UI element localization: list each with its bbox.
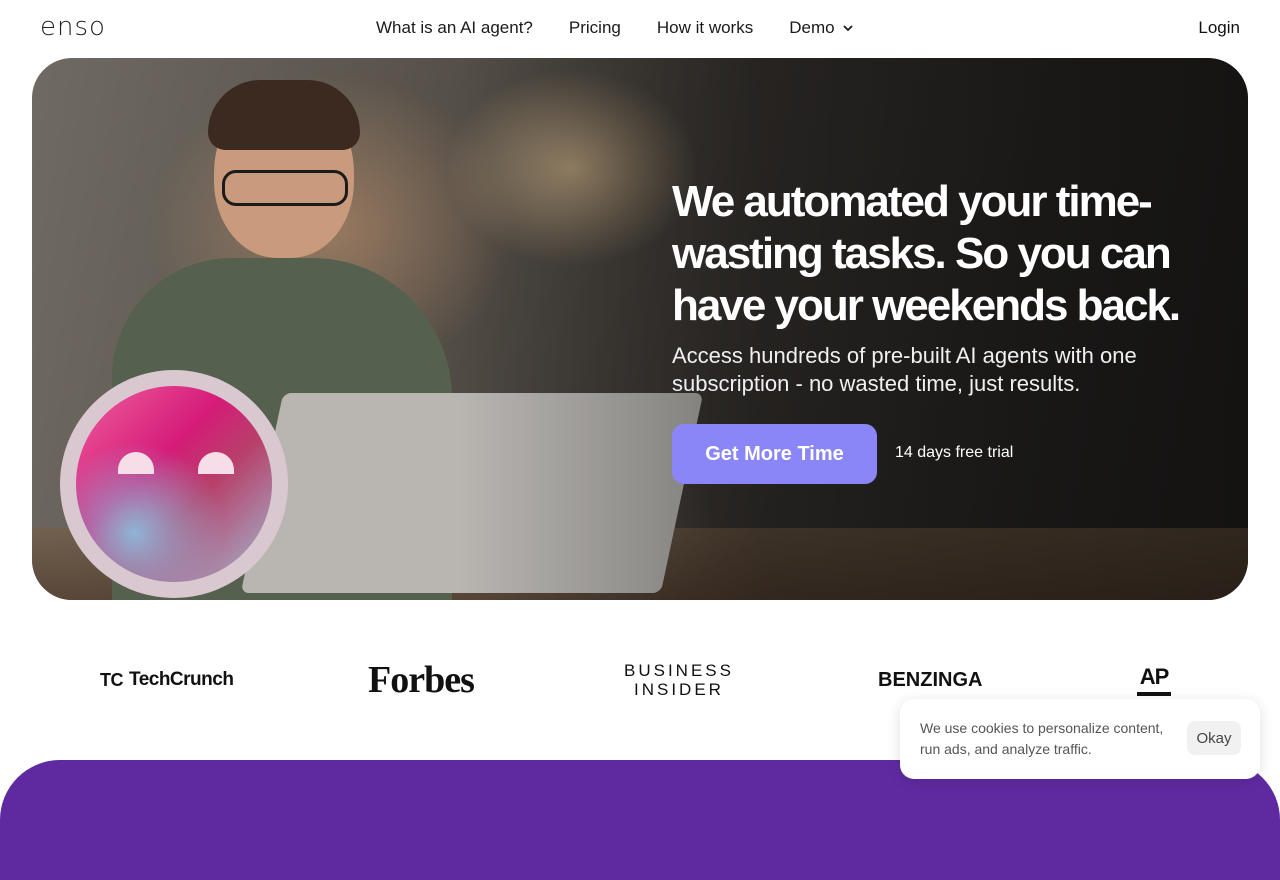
business-insider-line1: BUSINESS: [624, 661, 734, 680]
forbes-logo: Forbes: [368, 659, 475, 701]
free-trial-note: 14 days free trial: [895, 444, 1014, 461]
nav-item-demo[interactable]: Demo: [789, 18, 854, 38]
hero-title: We automated your time-wasting tasks. So…: [672, 177, 1181, 330]
press-logos: TC TechCrunch Forbes BUSINESS INSIDER BE…: [0, 655, 1280, 705]
benzinga-logo: BENZINGA: [878, 668, 983, 691]
chevron-down-icon: [842, 25, 853, 32]
login-link[interactable]: Login: [1198, 18, 1240, 38]
smiley-eye-right: [198, 452, 234, 474]
ap-wordmark: AP: [1139, 664, 1170, 689]
nav-item-what-is-ai-agent[interactable]: What is an AI agent?: [376, 18, 533, 38]
hero-banner: We automated your time-wasting tasks. So…: [32, 58, 1248, 600]
cookie-banner: We use cookies to personalize content, r…: [900, 699, 1260, 779]
business-insider-line2: INSIDER: [634, 680, 724, 699]
smiley-avatar-icon: [60, 370, 288, 598]
techcrunch-wordmark: TechCrunch: [129, 669, 234, 690]
nav-demo-label: Demo: [789, 18, 835, 37]
main-nav: What is an AI agent? Pricing How it work…: [376, 18, 855, 38]
get-more-time-button[interactable]: Get More Time: [672, 424, 877, 484]
ap-logo: AP: [1137, 655, 1171, 705]
cookie-text: We use cookies to personalize content, r…: [920, 720, 1164, 757]
nav-item-how-it-works[interactable]: How it works: [657, 18, 753, 38]
smiley-eye-left: [118, 452, 154, 474]
business-insider-logo: BUSINESS INSIDER: [624, 655, 734, 705]
techcrunch-mark-icon: TC: [100, 669, 124, 690]
site-header: enso What is an AI agent? Pricing How it…: [0, 0, 1280, 58]
smiley-face: [76, 386, 272, 582]
ap-underline: [1137, 692, 1171, 696]
nav-item-pricing[interactable]: Pricing: [569, 18, 621, 38]
hero-subtitle: Access hundreds of pre-built AI agents w…: [672, 343, 1137, 396]
cookie-okay-button[interactable]: Okay: [1187, 721, 1241, 755]
techcrunch-logo: TC TechCrunch: [100, 655, 234, 705]
enso-logo[interactable]: enso: [40, 12, 106, 42]
